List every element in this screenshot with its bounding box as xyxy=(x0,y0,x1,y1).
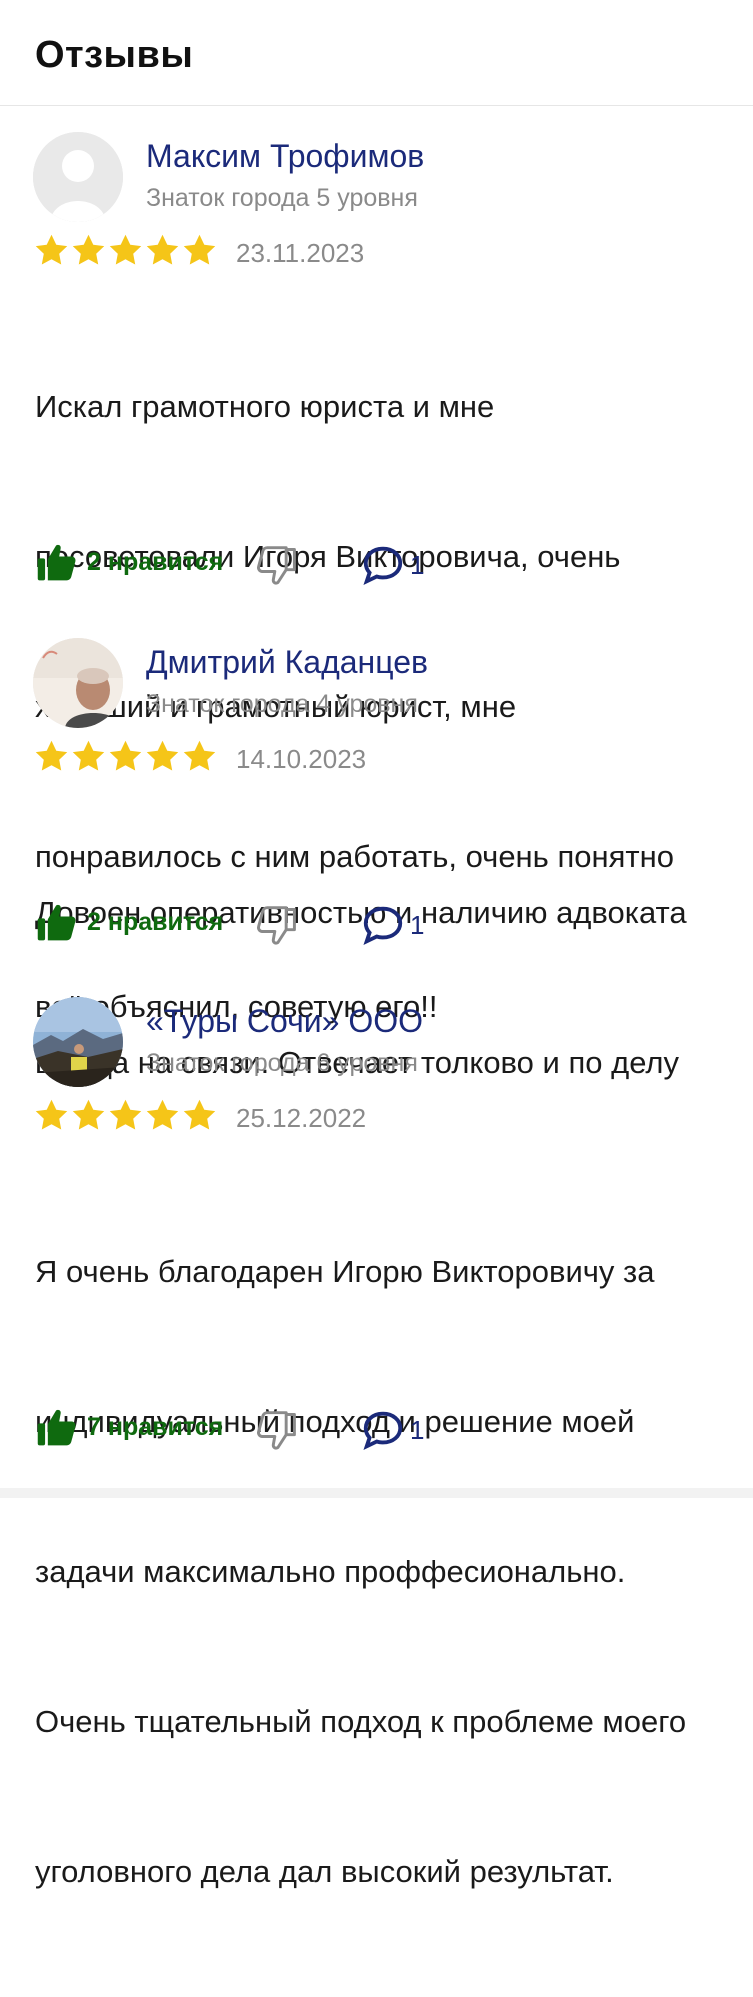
star-icon xyxy=(72,1099,105,1130)
star-icon xyxy=(35,1099,68,1130)
author-name[interactable]: Дмитрий Каданцев xyxy=(146,644,428,681)
comment-icon xyxy=(363,1411,403,1450)
reviews-header: Отзывы xyxy=(0,0,753,106)
rating-stars xyxy=(33,1097,218,1137)
comment-button[interactable]: 1 xyxy=(360,1407,424,1453)
comment-count: 1 xyxy=(410,1414,425,1445)
star-icon xyxy=(183,740,216,771)
review-text-line: Я очень благодарен Игорю Викторовичу за xyxy=(35,1254,655,1289)
star-icon xyxy=(109,1099,142,1130)
like-button[interactable]: 2 нравится xyxy=(35,540,223,584)
comment-button[interactable]: 1 xyxy=(360,902,424,948)
author-level: Знаток города 6 уровня xyxy=(146,1049,418,1077)
star-icon xyxy=(35,234,68,265)
rating-stars xyxy=(33,738,218,778)
review-date: 14.10.2023 xyxy=(236,744,367,774)
rating-stars xyxy=(33,232,218,272)
author-level: Знаток города 5 уровня xyxy=(146,184,418,212)
review-actions: 2 нравится 1 xyxy=(0,900,753,960)
thumbs-down-icon[interactable] xyxy=(255,904,299,948)
star-icon xyxy=(146,1099,179,1130)
review-actions: 7 нравится 1 xyxy=(0,1405,753,1465)
like-count: 2 нравится xyxy=(87,907,224,936)
thumbs-down-icon[interactable] xyxy=(255,544,299,588)
page-title: Отзывы xyxy=(35,34,194,76)
comment-count: 1 xyxy=(410,909,425,940)
review-date: 23.11.2023 xyxy=(236,238,365,268)
comment-button[interactable]: 1 xyxy=(360,542,424,588)
default-avatar-icon[interactable] xyxy=(33,132,123,222)
star-icon xyxy=(109,740,142,771)
mountain-photo-avatar[interactable] xyxy=(33,997,123,1087)
comment-count: 1 xyxy=(410,549,425,580)
comment-icon xyxy=(363,906,403,945)
review-text-line: Очень тщательный подход к проблеме моего xyxy=(35,1704,687,1739)
bottom-divider xyxy=(0,1488,753,1498)
star-icon xyxy=(146,740,179,771)
like-count: 7 нравится xyxy=(87,1412,224,1441)
like-count: 2 нравится xyxy=(87,547,224,576)
author-level: Знаток города 4 уровня xyxy=(146,690,418,718)
review-actions: 2 нравится 1 xyxy=(0,540,753,600)
review-text: Я очень благодарен Игорю Викторовичу за … xyxy=(35,1147,753,1997)
author-name[interactable]: «Туры Сочи» ООО xyxy=(146,1003,423,1040)
thumbs-up-icon xyxy=(37,904,76,941)
thumbs-down-icon[interactable] xyxy=(255,1409,299,1453)
star-icon xyxy=(72,740,105,771)
review-text-line: Искал грамотного юриста и мне xyxy=(35,389,495,424)
review-text-line: задачи максимально проффесионально. xyxy=(35,1554,626,1589)
star-icon xyxy=(183,234,216,265)
star-icon xyxy=(183,1099,216,1130)
like-button[interactable]: 7 нравится xyxy=(35,1405,223,1449)
like-button[interactable]: 2 нравится xyxy=(35,900,223,944)
comment-icon xyxy=(363,546,403,585)
star-icon xyxy=(109,234,142,265)
thumbs-up-icon xyxy=(37,544,76,581)
thumbs-up-icon xyxy=(37,1409,76,1446)
review-text-line: уголовного дела дал высокий результат. xyxy=(35,1854,614,1889)
star-icon xyxy=(72,234,105,265)
author-name[interactable]: Максим Трофимов xyxy=(146,138,424,175)
user-photo-avatar[interactable] xyxy=(33,638,123,728)
review-date: 25.12.2022 xyxy=(236,1103,367,1133)
star-icon xyxy=(35,740,68,771)
star-icon xyxy=(146,234,179,265)
